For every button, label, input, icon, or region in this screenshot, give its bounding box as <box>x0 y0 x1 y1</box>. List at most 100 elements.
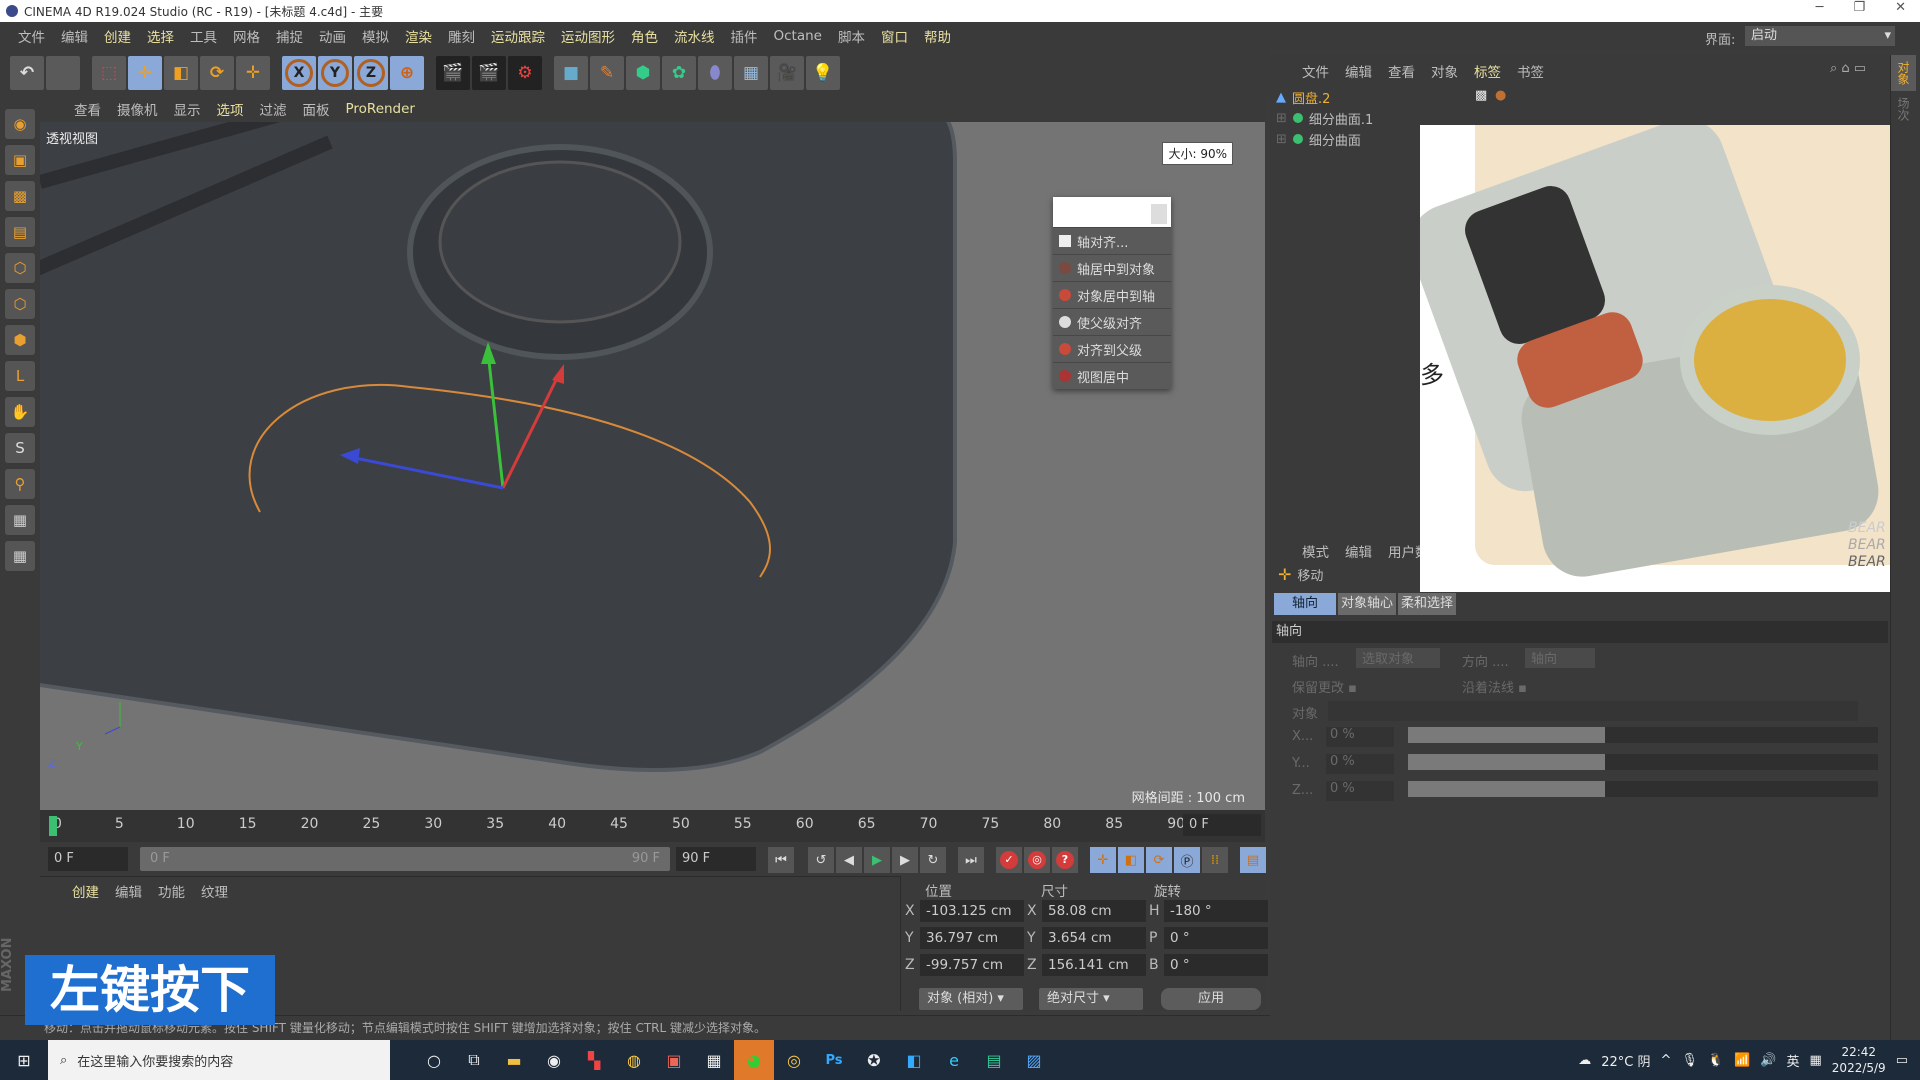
x-axis-lock-icon[interactable]: X <box>282 56 316 90</box>
menu-13[interactable]: 角色 <box>623 26 666 46</box>
object-menu-0[interactable]: 文件 <box>1294 61 1337 83</box>
cinema4d-icon[interactable]: ◉ <box>534 1040 574 1080</box>
qq-icon[interactable]: 🐧 <box>1708 1053 1724 1068</box>
points-mode-icon[interactable]: ⬡ <box>5 253 35 283</box>
size-field[interactable]: 3.654 cm <box>1042 927 1146 949</box>
app-icon-2[interactable]: ◍ <box>614 1040 654 1080</box>
object-menu-3[interactable]: 对象 <box>1423 61 1466 83</box>
interface-select[interactable]: 启动 ▾ <box>1745 26 1895 46</box>
material-menu-3[interactable]: 纹理 <box>193 881 236 901</box>
locked-workplane-icon[interactable]: ▦ <box>5 541 35 571</box>
object-menu-5[interactable]: 书签 <box>1509 61 1552 83</box>
object-link-field[interactable] <box>1328 701 1858 721</box>
ime-indicator[interactable]: 英 <box>1786 1051 1799 1070</box>
y-axis-lock-icon[interactable]: Y <box>318 56 352 90</box>
key-rotation-icon[interactable]: ⟳ <box>1146 847 1172 873</box>
record-keys-button[interactable]: ✓ <box>996 847 1022 873</box>
size-mode-dropdown[interactable]: 绝对尺寸 ▾ <box>1039 988 1143 1010</box>
viewport-menu-2[interactable]: 显示 <box>166 99 209 119</box>
edges-mode-icon[interactable]: ⬡ <box>5 289 35 319</box>
axis-dropdown[interactable]: 选取对象 <box>1356 648 1440 668</box>
start-button[interactable]: ⊞ <box>4 1040 44 1080</box>
material-menu-2[interactable]: 功能 <box>150 881 193 901</box>
subdivision-icon[interactable]: ⬢ <box>626 56 660 90</box>
tab-takes[interactable]: 场次 <box>1891 91 1916 127</box>
rotate-tool-icon[interactable]: ⟳ <box>200 56 234 90</box>
next-frame-button[interactable]: ▶ <box>892 847 918 873</box>
menu-11[interactable]: 运动跟踪 <box>483 26 553 46</box>
cube-icon[interactable]: ■ <box>554 56 588 90</box>
menu-8[interactable]: 模拟 <box>354 26 397 46</box>
menu-0[interactable]: 文件 <box>10 26 53 46</box>
texture-tag-icon[interactable]: ▩ <box>1475 88 1487 103</box>
cloner-icon[interactable]: ✿ <box>662 56 696 90</box>
menu-1[interactable]: 编辑 <box>53 26 96 46</box>
axis-mode-icon[interactable]: L <box>5 361 35 391</box>
menu-6[interactable]: 捕捉 <box>268 26 311 46</box>
size-field[interactable]: 58.08 cm <box>1042 900 1146 922</box>
menu-item-center-axis-to-object[interactable]: 轴居中到对象 <box>1053 254 1171 281</box>
file-explorer-icon[interactable]: ▬ <box>494 1040 534 1080</box>
key-scale-icon[interactable]: ◧ <box>1118 847 1144 873</box>
position-field[interactable]: 36.797 cm <box>920 927 1024 949</box>
app-icon-1[interactable]: ▚ <box>574 1040 614 1080</box>
floor-icon[interactable]: ▦ <box>734 56 768 90</box>
keyframe-selection-button[interactable]: ? <box>1052 847 1078 873</box>
z-axis-lock-icon[interactable]: Z <box>354 56 388 90</box>
direction-dropdown[interactable]: 轴向 <box>1525 648 1595 668</box>
tab-object-axis[interactable]: 对象轴心 <box>1338 593 1397 615</box>
slider-value-field[interactable]: 0 % <box>1326 727 1394 747</box>
menu-18[interactable]: 窗口 <box>873 26 916 46</box>
rotation-field[interactable]: 0 ° <box>1164 954 1268 976</box>
edge-icon[interactable]: e <box>934 1040 974 1080</box>
polygons-mode-icon[interactable]: ⬢ <box>5 325 35 355</box>
keep-changes-checkbox[interactable]: 保留更改 ▪ <box>1292 677 1357 696</box>
slider-value-field[interactable]: 0 % <box>1326 754 1394 774</box>
notification-icon[interactable]: ▭ <box>1896 1053 1908 1068</box>
chrome-icon[interactable]: ◎ <box>774 1040 814 1080</box>
menu-7[interactable]: 动画 <box>311 26 354 46</box>
app-icon-4[interactable]: ▦ <box>694 1040 734 1080</box>
keyboard-icon[interactable]: ▦ <box>1810 1053 1822 1068</box>
object-row-subdivision1[interactable]: ⊞ 细分曲面.1 <box>1270 108 1420 128</box>
app-icon-3[interactable]: ▣ <box>654 1040 694 1080</box>
viewport-menu-0[interactable]: 查看 <box>66 99 109 119</box>
recent-tool-icon[interactable]: ✛ <box>236 56 270 90</box>
render-view-icon[interactable]: 🎬 <box>436 56 470 90</box>
menu-14[interactable]: 流水线 <box>666 26 723 46</box>
menu-item-center-view[interactable]: 视图居中 <box>1053 362 1171 389</box>
apply-button[interactable]: 应用 <box>1161 988 1261 1010</box>
grid-icon[interactable]: ▦ <box>5 505 35 535</box>
menu-3[interactable]: 选择 <box>139 26 182 46</box>
menu-17[interactable]: 脚本 <box>830 26 873 46</box>
network-icon[interactable]: 📶 <box>1734 1053 1750 1068</box>
rotation-field[interactable]: 0 ° <box>1164 927 1268 949</box>
light-icon[interactable]: 💡 <box>806 56 840 90</box>
material-menu-1[interactable]: 编辑 <box>107 881 150 901</box>
viewport-menu-1[interactable]: 摄像机 <box>109 99 166 119</box>
render-picture-viewer-icon[interactable]: 🎬 <box>472 56 506 90</box>
play-button[interactable]: ▶ <box>864 847 890 873</box>
make-editable-icon[interactable]: ◉ <box>5 109 35 139</box>
tweak-icon[interactable]: ✋ <box>5 397 35 427</box>
position-field[interactable]: -103.125 cm <box>920 900 1024 922</box>
position-field[interactable]: -99.757 cm <box>920 954 1024 976</box>
minimize-button[interactable]: ─ <box>1816 0 1824 15</box>
end-frame-field[interactable]: 90 F <box>676 847 756 871</box>
go-to-start-button[interactable]: ⏮ <box>768 847 794 873</box>
range-slider[interactable]: 0 F 90 F <box>140 847 670 871</box>
menu-10[interactable]: 雕刻 <box>440 26 483 46</box>
app-icon-6[interactable]: ◧ <box>894 1040 934 1080</box>
menu-item-align-parent[interactable]: 使父级对齐 <box>1053 308 1171 335</box>
object-row-subdivision[interactable]: ⊞ 细分曲面 <box>1270 129 1420 149</box>
coordinate-system-icon[interactable]: ⊕ <box>390 56 424 90</box>
magnet-icon[interactable]: ⚲ <box>5 469 35 499</box>
camera-icon[interactable]: 🎥 <box>770 56 804 90</box>
close-button[interactable]: ✕ <box>1895 0 1906 15</box>
tab-soft-selection[interactable]: 柔和选择 <box>1398 593 1457 615</box>
app-icon-7[interactable]: ▤ <box>974 1040 1014 1080</box>
menu-5[interactable]: 网格 <box>225 26 268 46</box>
menu-12[interactable]: 运动图形 <box>553 26 623 46</box>
pen-icon[interactable]: ✎ <box>590 56 624 90</box>
restore-button[interactable]: ❐ <box>1853 0 1865 15</box>
